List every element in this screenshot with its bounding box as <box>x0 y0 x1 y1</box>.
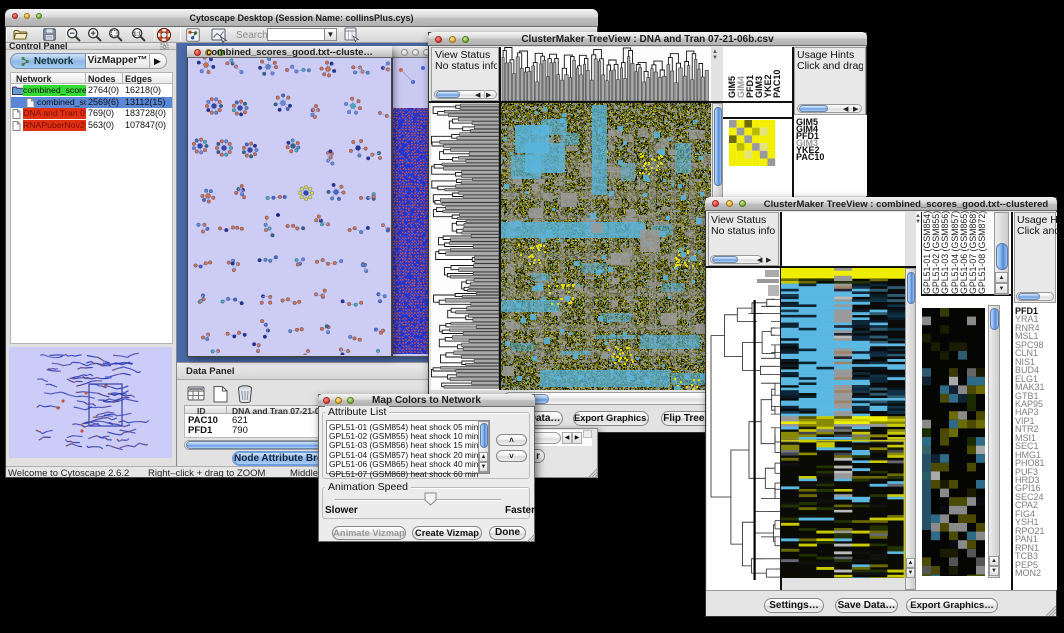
svg-text:1:1: 1:1 <box>133 31 141 37</box>
